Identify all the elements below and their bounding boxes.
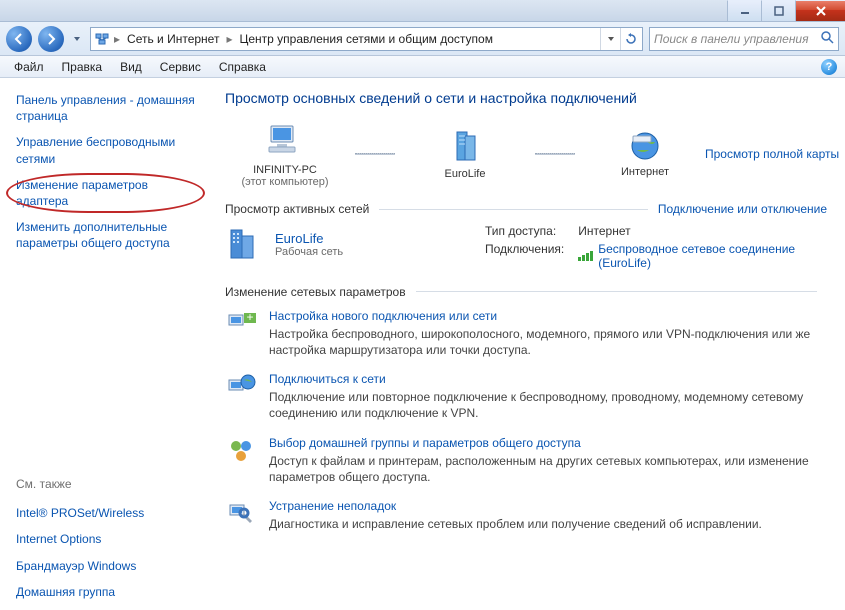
chevron-right-icon: ▸	[225, 32, 233, 46]
minimize-button[interactable]	[727, 0, 761, 21]
task-homegroup: Выбор домашней группы и параметров общег…	[225, 436, 827, 485]
address-dropdown[interactable]	[600, 28, 620, 50]
svg-text:+: +	[246, 310, 253, 324]
task-connect-network: Подключиться к сети Подключение или повт…	[225, 372, 827, 421]
task-desc: Доступ к файлам и принтерам, расположенн…	[269, 453, 827, 485]
node-label: Интернет	[621, 166, 669, 178]
server-icon	[447, 128, 483, 164]
sidebar-item-adapter-settings[interactable]: Изменение параметров адаптера	[16, 177, 195, 209]
section-active-networks: Просмотр активных сетей Подключение или …	[225, 202, 827, 216]
network-name-link[interactable]: EuroLife	[275, 231, 343, 246]
sidebar: Панель управления - домашняя страница Уп…	[0, 78, 205, 610]
connection-name: Беспроводное сетевое соединение (EuroLif…	[598, 242, 827, 271]
sidebar-item-wireless[interactable]: Управление беспроводными сетями	[16, 134, 195, 166]
troubleshoot-icon	[225, 499, 257, 531]
homegroup-icon	[225, 436, 257, 468]
map-connector	[355, 153, 395, 155]
task-title[interactable]: Подключиться к сети	[269, 372, 827, 386]
menu-edit[interactable]: Правка	[54, 58, 111, 76]
task-troubleshoot: Устранение неполадок Диагностика и испра…	[225, 499, 827, 532]
forward-button[interactable]	[38, 26, 64, 52]
breadcrumb-segment[interactable]: Центр управления сетями и общим доступом	[235, 28, 497, 50]
refresh-button[interactable]	[620, 28, 640, 50]
connections-label: Подключения:	[485, 242, 564, 271]
network-kind-link[interactable]: Рабочая сеть	[275, 246, 343, 258]
page-title: Просмотр основных сведений о сети и наст…	[225, 90, 827, 106]
new-connection-icon: +	[225, 309, 257, 341]
connect-network-icon	[225, 372, 257, 404]
section-change-settings: Изменение сетевых параметров	[225, 285, 827, 299]
menu-service[interactable]: Сервис	[152, 58, 209, 76]
task-desc: Настройка беспроводного, широкополосного…	[269, 326, 827, 358]
task-title[interactable]: Устранение неполадок	[269, 499, 762, 513]
menu-bar: Файл Правка Вид Сервис Справка ?	[0, 56, 845, 78]
globe-icon	[629, 130, 661, 162]
full-map-link[interactable]: Просмотр полной карты	[705, 147, 839, 161]
see-also-homegroup[interactable]: Домашняя группа	[16, 584, 195, 600]
map-node-pc[interactable]: INFINITY-PC (этот компьютер)	[225, 120, 345, 188]
network-category-icon	[93, 30, 111, 48]
map-connector	[535, 153, 575, 155]
node-sublabel: (этот компьютер)	[241, 176, 328, 188]
task-new-connection: + Настройка нового подключения или сети …	[225, 309, 827, 358]
section-label: Изменение сетевых параметров	[225, 285, 406, 299]
active-network-row: EuroLife Рабочая сеть Тип доступа: Интер…	[225, 224, 827, 271]
back-button[interactable]	[6, 26, 32, 52]
breadcrumb-segment[interactable]: Сеть и Интернет	[123, 28, 223, 50]
breadcrumb[interactable]: ▸ Сеть и Интернет ▸ Центр управления сет…	[90, 27, 643, 51]
menu-file[interactable]: Файл	[6, 58, 52, 76]
signal-bars-icon	[578, 251, 593, 261]
see-also-firewall[interactable]: Брандмауэр Windows	[16, 558, 195, 574]
sidebar-item-sharing[interactable]: Изменить дополнительные параметры общего…	[16, 219, 195, 251]
see-also-internet-options[interactable]: Internet Options	[16, 531, 195, 547]
node-label: EuroLife	[445, 168, 486, 180]
search-placeholder: Поиск в панели управления	[654, 32, 809, 46]
address-bar: ▸ Сеть и Интернет ▸ Центр управления сет…	[0, 22, 845, 56]
computer-icon	[265, 120, 305, 160]
close-button[interactable]	[795, 0, 845, 21]
chevron-right-icon: ▸	[113, 32, 121, 46]
network-map: INFINITY-PC (этот компьютер) EuroLife	[225, 120, 827, 188]
menu-help[interactable]: Справка	[211, 58, 274, 76]
map-node-network[interactable]: EuroLife	[405, 128, 525, 180]
task-desc: Диагностика и исправление сетевых пробле…	[269, 516, 762, 532]
history-dropdown[interactable]	[70, 35, 84, 43]
connection-link[interactable]: Беспроводное сетевое соединение (EuroLif…	[578, 242, 827, 271]
connect-disconnect-link[interactable]: Подключение или отключение	[658, 202, 827, 216]
task-desc: Подключение или повторное подключение к …	[269, 389, 827, 421]
content-area: Панель управления - домашняя страница Уп…	[0, 78, 845, 610]
main-panel: Просмотр основных сведений о сети и наст…	[205, 78, 845, 610]
access-type-label: Тип доступа:	[485, 224, 564, 238]
see-also-heading: См. также	[16, 477, 195, 491]
work-network-icon	[225, 224, 265, 264]
window-titlebar	[0, 0, 845, 22]
see-also-proset[interactable]: Intel® PROSet/Wireless	[16, 505, 195, 521]
search-input[interactable]: Поиск в панели управления	[649, 27, 839, 51]
task-title[interactable]: Настройка нового подключения или сети	[269, 309, 827, 323]
search-icon	[820, 30, 834, 47]
maximize-button[interactable]	[761, 0, 795, 21]
map-node-internet[interactable]: Интернет	[585, 130, 705, 178]
menu-view[interactable]: Вид	[112, 58, 150, 76]
task-list: + Настройка нового подключения или сети …	[225, 309, 827, 532]
help-icon[interactable]: ?	[821, 59, 837, 75]
access-type-value: Интернет	[578, 224, 827, 238]
sidebar-item-home[interactable]: Панель управления - домашняя страница	[16, 92, 195, 124]
task-title[interactable]: Выбор домашней группы и параметров общег…	[269, 436, 827, 450]
node-label: INFINITY-PC	[253, 164, 317, 176]
section-label: Просмотр активных сетей	[225, 202, 369, 216]
